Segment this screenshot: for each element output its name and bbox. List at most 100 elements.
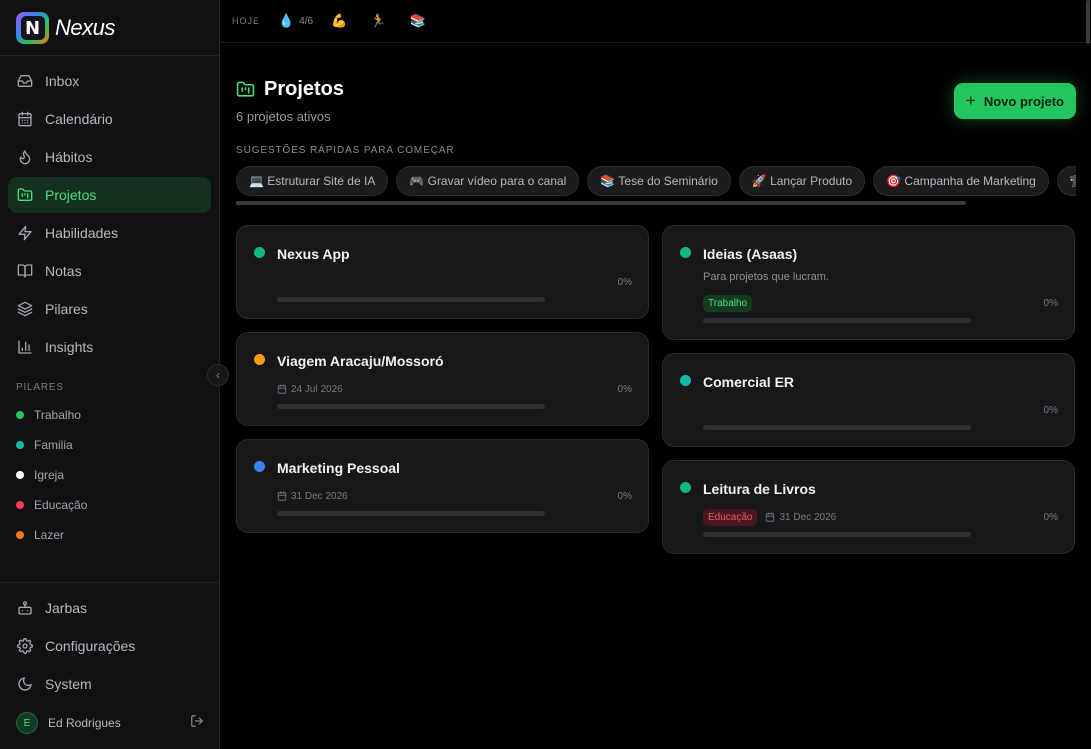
project-color-dot <box>680 375 691 386</box>
flame-icon <box>19 150 31 165</box>
pillar-item[interactable]: Igreja <box>16 460 87 490</box>
nav-item-pilares[interactable]: Pilares <box>8 291 211 327</box>
suggestion-chip[interactable]: 💻 Estruturar Site de IA <box>236 166 389 196</box>
habit-item[interactable]: 📚 <box>409 14 430 29</box>
projects-column: Ideias (Asaas) Para projetos que lucram. T… <box>662 225 1075 554</box>
scrollbar[interactable] <box>1086 0 1090 44</box>
pillar-badge: Trabalho <box>703 294 753 312</box>
project-card[interactable]: Nexus App 0% <box>236 225 649 319</box>
project-card[interactable]: Marketing Pessoal 31 Dec 2026 0% <box>236 439 649 533</box>
pillars-list: Trabalho Familia Igreja Educação Lazer <box>16 400 87 550</box>
project-progress-percent: 0% <box>1043 297 1058 309</box>
suggestion-chip[interactable]: 🚀 Lançar Produto <box>738 166 866 196</box>
nav-item-insights[interactable]: Insights <box>8 329 211 365</box>
pillar-item[interactable]: Trabalho <box>16 400 87 430</box>
folder-kanban-icon <box>17 188 33 201</box>
page-title-text: Projetos <box>264 78 345 100</box>
habit-item[interactable]: 🏃 <box>370 14 391 29</box>
project-progress-percent: 0% <box>617 276 632 288</box>
user-name: Ed Rodrigues <box>48 716 121 730</box>
nav-item-label: System <box>45 676 92 692</box>
zap-icon <box>18 225 32 241</box>
nav-item-label: Calendário <box>45 111 113 127</box>
project-title: Leitura de Livros <box>703 481 816 497</box>
projects-column: Nexus App 0% Viagem Aracaju/Mossoró 24 Jul … <box>236 225 649 554</box>
moon-icon <box>18 677 32 691</box>
project-color-dot <box>680 482 691 493</box>
habit-item[interactable]: 💪 <box>331 14 352 29</box>
collapse-sidebar-button[interactable]: ‹ <box>207 364 229 386</box>
project-color-dot <box>254 354 265 365</box>
pillar-label: Lazer <box>34 528 65 542</box>
brand-name: Nexus <box>55 15 115 40</box>
project-color-dot <box>254 461 265 472</box>
project-card[interactable]: Comercial ER 0% <box>662 353 1075 447</box>
suggestions-title: SUGESTÕES RÁPIDAS PARA COMEÇAR <box>236 145 455 156</box>
page-title: Projetos <box>236 78 344 101</box>
settings-icon <box>17 638 33 654</box>
project-due-date: 24 Jul 2026 <box>277 384 343 395</box>
nav-item-projetos[interactable]: Projetos <box>8 177 211 213</box>
nav-item-notas[interactable]: Notas <box>8 253 211 289</box>
new-project-label: Novo projeto <box>983 93 1064 109</box>
pillar-item[interactable]: Educação <box>16 490 87 520</box>
logout-icon[interactable] <box>190 714 204 733</box>
suggestion-chip[interactable]: 🎮 Gravar vídeo para o canal <box>396 166 580 196</box>
project-title: Comercial ER <box>703 374 795 390</box>
project-description: Para projetos que lucram. <box>703 271 829 283</box>
project-card[interactable]: Leitura de Livros Educação 31 Dec 2026 0% <box>662 460 1075 554</box>
new-project-button[interactable]: + Novo projeto <box>953 83 1076 119</box>
inbox-icon <box>17 75 33 87</box>
nav-item-label: Hábitos <box>45 149 93 165</box>
nav-item-configuracoes[interactable]: Configurações <box>8 628 211 664</box>
nexus-logo-icon: N <box>16 12 49 44</box>
nav-item-habitos[interactable]: Hábitos <box>8 139 211 175</box>
chevron-left-icon: ‹ <box>216 368 220 382</box>
pillar-label: Familia <box>34 438 73 452</box>
project-color-dot <box>680 247 691 258</box>
nav-item-habilidades[interactable]: Habilidades <box>8 215 211 251</box>
projects-count: 6 projetos ativos <box>236 109 331 124</box>
nav-item-jarbas[interactable]: Jarbas <box>8 590 211 626</box>
habit-emoji: 🏃 <box>370 13 387 29</box>
pillar-dot <box>16 411 24 419</box>
user-profile[interactable]: E Ed Rodrigues <box>16 711 204 735</box>
nav-item-system[interactable]: System <box>8 666 211 702</box>
habit-item[interactable]: 💧 4/6 <box>278 14 313 29</box>
habit-count: 4/6 <box>299 15 314 27</box>
pillar-item[interactable]: Familia <box>16 430 87 460</box>
nav-item-label: Jarbas <box>45 600 88 616</box>
pillars-title: PILARES <box>16 382 64 393</box>
divider <box>0 582 219 583</box>
projects-page: Projetos 6 projetos ativos + Novo projet… <box>236 78 1076 554</box>
project-due-date: 31 Dec 2026 <box>277 491 348 502</box>
projects-grid: Nexus App 0% Viagem Aracaju/Mossoró 24 Jul … <box>236 225 1076 554</box>
progress-bar <box>277 511 545 516</box>
nav-item-calendario[interactable]: Calendário <box>8 101 211 137</box>
pillar-item[interactable]: Lazer <box>16 520 87 550</box>
calendar-icon <box>766 512 775 522</box>
suggestion-chip[interactable]: 🎯 Campanha de Marketing <box>873 166 1049 196</box>
pillar-badge: Educação <box>703 508 758 526</box>
suggestion-chip[interactable]: 🏗 <box>1056 166 1076 196</box>
main-nav: Inbox Calendário Hábitos Projetos Habilidade… <box>8 63 211 367</box>
book-open-icon <box>17 264 33 278</box>
progress-bar <box>277 404 545 409</box>
bar-chart-icon <box>18 340 32 354</box>
progress-bar <box>703 318 971 323</box>
project-card[interactable]: Viagem Aracaju/Mossoró 24 Jul 2026 0% <box>236 332 649 426</box>
nav-item-label: Insights <box>45 339 94 355</box>
nav-item-label: Pilares <box>45 301 88 317</box>
nav-item-inbox[interactable]: Inbox <box>8 63 211 99</box>
brand[interactable]: N Nexus <box>16 12 115 44</box>
project-card[interactable]: Ideias (Asaas) Para projetos que lucram. T… <box>662 225 1075 340</box>
bottom-nav: Jarbas Configurações System <box>8 590 211 704</box>
due-date-text: 31 Dec 2026 <box>291 490 348 502</box>
project-progress-percent: 0% <box>617 490 632 502</box>
habit-emoji: 💪 <box>331 13 348 29</box>
project-progress-percent: 0% <box>1043 511 1058 523</box>
suggestions-scrollbar[interactable] <box>236 201 966 205</box>
progress-bar <box>277 297 545 302</box>
suggestion-chip[interactable]: 📚 Tese do Seminário <box>587 166 731 196</box>
pillar-dot <box>16 501 24 509</box>
